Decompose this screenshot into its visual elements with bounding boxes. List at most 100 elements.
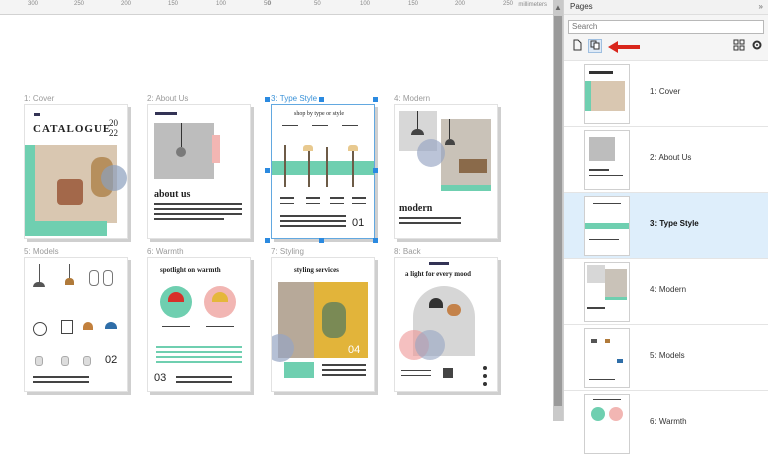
page-thumb-models[interactable]: 02 (24, 257, 128, 392)
page-list-thumbnail (584, 262, 630, 322)
page-list-item[interactable]: 2: About Us (564, 126, 768, 192)
qr-code (443, 368, 453, 378)
panel-header: Pages » (564, 0, 768, 15)
about-photo (154, 123, 214, 179)
page-thumb-styling[interactable]: styling services 04 (271, 257, 375, 392)
page-list-item[interactable]: 1: Cover (564, 60, 768, 126)
warmth-page-number: 03 (154, 372, 167, 384)
page-label-styling: 7: Styling (271, 247, 304, 256)
cover-year-top: 20 (109, 118, 118, 128)
page-list-item[interactable]: 6: Warmth (564, 390, 768, 456)
page-list-thumbnail (584, 394, 630, 454)
resize-handle[interactable] (265, 97, 270, 102)
cover-year-bottom: 22 (109, 128, 118, 138)
ruler-tick: 300 (28, 1, 39, 7)
ruler-tick: 150 (408, 1, 419, 7)
panel-title: Pages (570, 2, 593, 11)
page-label-about: 2: About Us (147, 94, 189, 103)
new-page-icon[interactable] (570, 39, 584, 53)
ruler-tick: 250 (503, 1, 514, 7)
grid-view-icon[interactable] (732, 39, 746, 53)
page-list-item[interactable]: 4: Modern (564, 258, 768, 324)
page-label-cover: 1: Cover (24, 94, 55, 103)
resize-handle[interactable] (373, 168, 378, 173)
back-title: a light for every mood (405, 270, 471, 278)
scrollbar-thumb[interactable] (554, 16, 562, 406)
mint-footer (25, 221, 107, 236)
ruler-tick: 250 (74, 1, 85, 7)
deco-circle-blue (415, 330, 445, 360)
resize-handle[interactable] (319, 238, 324, 243)
settings-icon[interactable] (750, 39, 764, 53)
ruler-tick: 100 (360, 1, 371, 7)
resize-handle[interactable] (373, 97, 378, 102)
page-list-thumbnail (584, 130, 630, 190)
page-thumb-modern[interactable]: modern (394, 104, 498, 239)
ruler-tick: 200 (455, 1, 466, 7)
mint-band (272, 161, 374, 175)
page-list: 1: Cover 2: About Us 3: Type Style 4: Mo… (564, 60, 768, 456)
page-list-label: 6: Warmth (650, 417, 687, 426)
canvas-scrollbar[interactable]: ▲ (553, 0, 563, 421)
ruler-tick: 100 (216, 1, 227, 7)
duplicate-page-icon[interactable] (588, 39, 602, 53)
page-list-label: 2: About Us (650, 153, 692, 162)
page-list-item[interactable]: 5: Models (564, 324, 768, 390)
page-list-label: 3: Type Style (650, 219, 699, 228)
ruler-units: millimeters (518, 2, 547, 8)
resize-handle[interactable] (319, 97, 324, 102)
pages-panel: Pages » 1: Cover (563, 0, 768, 456)
ruler-tick: 0 (268, 1, 272, 7)
deco-circle (417, 139, 445, 167)
scroll-up-icon[interactable]: ▲ (554, 3, 562, 12)
resize-handle[interactable] (373, 238, 378, 243)
page-thumb-back[interactable]: a light for every mood (394, 257, 498, 392)
page-label-type-style: 3: Type Style (271, 94, 318, 103)
ruler-tick: 200 (121, 1, 132, 7)
page-list-label: 4: Modern (650, 285, 687, 294)
deco-circle (101, 165, 127, 191)
page-label-modern: 4: Modern (394, 94, 431, 103)
resize-handle[interactable] (265, 238, 270, 243)
warmth-circle-right (204, 286, 236, 318)
ruler-tick: 50 (314, 1, 321, 7)
logo-mark (34, 113, 40, 116)
logo-mark (429, 262, 449, 265)
pink-accent (212, 135, 220, 163)
page-list-thumbnail (584, 64, 630, 124)
panel-toolbar (568, 38, 766, 56)
page-thumb-warmth[interactable]: spotlight on warmth 03 (147, 257, 251, 392)
page-label-models: 5: Models (24, 247, 59, 256)
page-thumb-cover[interactable]: CATALOGUE 20 22 (24, 104, 128, 239)
page-list-label: 1: Cover (650, 87, 681, 96)
page-thumb-type-style[interactable]: shop by type or style 01 (271, 104, 375, 239)
models-page-number: 02 (105, 354, 118, 366)
modern-title: modern (399, 203, 433, 214)
page-label-back: 8: Back (394, 247, 421, 256)
red-arrow-annotation (606, 39, 642, 55)
about-title: about us (154, 189, 191, 200)
mint-box (284, 362, 314, 378)
logo-mark (155, 112, 177, 115)
page-list-thumbnail (584, 328, 630, 388)
styling-page-number: 04 (348, 344, 361, 356)
mint-strip (441, 185, 491, 191)
search-input[interactable] (568, 20, 764, 34)
page-list-item-selected[interactable]: 3: Type Style (564, 192, 768, 258)
page-list-thumbnail (584, 196, 630, 256)
top-ruler[interactable]: 300 250 200 150 100 50 0 50 100 150 200 … (0, 0, 553, 15)
page-list-label: 5: Models (650, 351, 685, 360)
warmth-title: spotlight on warmth (160, 266, 221, 274)
styling-title: styling services (294, 266, 339, 274)
type-style-page-number: 01 (352, 217, 365, 229)
resize-handle[interactable] (265, 168, 270, 173)
ruler-tick: 150 (168, 1, 179, 7)
warmth-circle-left (160, 286, 192, 318)
cover-title: CATALOGUE (33, 123, 112, 135)
document-canvas[interactable]: 300 250 200 150 100 50 0 50 100 150 200 … (0, 0, 553, 421)
collapse-panel-icon[interactable]: » (759, 0, 763, 14)
page-label-warmth: 6: Warmth (147, 247, 184, 256)
modern-photo-right (441, 119, 491, 185)
page-thumb-about[interactable]: about us (147, 104, 251, 239)
type-style-title: shop by type or style (294, 111, 344, 117)
